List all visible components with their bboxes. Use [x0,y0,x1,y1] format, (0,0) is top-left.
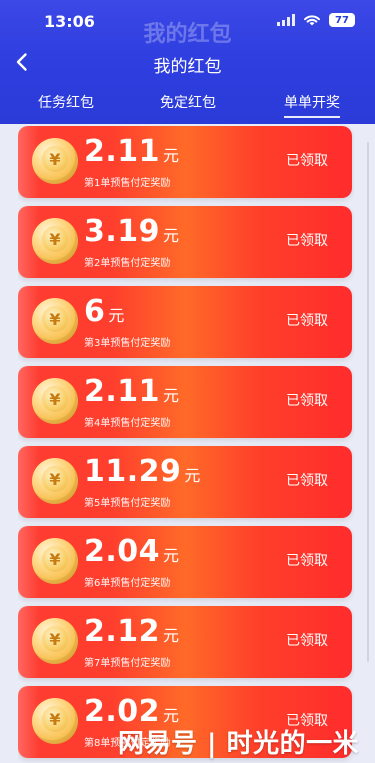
redpacket-status: 已领取 [286,633,328,649]
redpacket-card[interactable]: ¥ 6 元 第3单预售付定奖励 已领取 [18,286,352,358]
yuan-symbol-icon: ¥ [42,546,68,572]
yuan-coin-icon: ¥ [32,378,78,424]
redpacket-amount: 11.29 元 [84,454,201,489]
redpacket-status: 已领取 [286,313,328,329]
redpacket-card[interactable]: ¥ 2.12 元 第7单预售付定奖励 已领取 [18,606,352,678]
amount-value: 11.29 [84,454,182,489]
redpacket-subtitle: 第7单预售付定奖励 [84,658,171,669]
redpacket-card[interactable]: ¥ 2.11 元 第4单预售付定奖励 已领取 [18,366,352,438]
page-title: 我的红包 [153,57,222,77]
amount-value: 2.12 [84,614,161,649]
yuan-coin-icon: ¥ [32,218,78,264]
redpacket-amount: 2.11 元 [84,374,180,409]
redpacket-amount: 2.04 元 [84,534,180,569]
yuan-symbol-icon: ¥ [42,306,68,332]
coin-area: ¥ [28,136,80,188]
redpacket-status: 已领取 [286,393,328,409]
coin-area: ¥ [28,536,80,588]
scrollbar[interactable] [367,142,369,662]
coin-area: ¥ [28,616,80,668]
coin-area: ¥ [28,296,80,348]
coin-area: ¥ [28,456,80,508]
header: 13:06 77 我的红包 我的红包 任务红包 免定红包 单单开奖 [0,0,375,124]
amount-value: 2.04 [84,534,161,569]
redpacket-subtitle: 第5单预售付定奖励 [84,498,171,509]
amount-unit: 元 [184,466,201,485]
redpacket-amount: 3.19 元 [84,214,180,249]
yuan-symbol-icon: ¥ [42,466,68,492]
amount-unit: 元 [163,546,180,565]
coin-area: ¥ [28,376,80,428]
yuan-symbol-icon: ¥ [42,386,68,412]
coin-area: ¥ [28,216,80,268]
tab-order-lottery[interactable]: 单单开奖 [284,92,340,118]
yuan-coin-icon: ¥ [32,298,78,344]
redpacket-card[interactable]: ¥ 11.29 元 第5单预售付定奖励 已领取 [18,446,352,518]
yuan-symbol-icon: ¥ [42,146,68,172]
redpacket-subtitle: 第1单预售付定奖励 [84,178,171,189]
redpacket-subtitle: 第6单预售付定奖励 [84,578,171,589]
watermark: 网易号 | 时光的一米 [118,729,360,759]
yuan-coin-icon: ¥ [32,538,78,584]
redpacket-status: 已领取 [286,473,328,489]
redpacket-list: ¥ 2.11 元 第1单预售付定奖励 已领取 ¥ 3.19 元 第2单预售付定奖… [18,126,354,763]
redpacket-status: 已领取 [286,153,328,169]
yuan-coin-icon: ¥ [32,698,78,744]
yuan-symbol-icon: ¥ [42,226,68,252]
redpacket-subtitle: 第2单预售付定奖励 [84,258,171,269]
amount-unit: 元 [163,626,180,645]
tab-task-redpacket[interactable]: 任务红包 [38,92,94,112]
redpacket-amount: 2.12 元 [84,614,180,649]
redpacket-amount: 6 元 [84,294,125,329]
amount-unit: 元 [163,146,180,165]
redpacket-subtitle: 第3单预售付定奖励 [84,338,171,349]
redpacket-subtitle: 第4单预售付定奖励 [84,418,171,429]
amount-unit: 元 [163,386,180,405]
yuan-symbol-icon: ¥ [42,626,68,652]
amount-value: 2.11 [84,374,161,409]
header-ghost-title: 我的红包 [143,22,232,47]
yuan-coin-icon: ¥ [32,458,78,504]
redpacket-card[interactable]: ¥ 2.04 元 第6单预售付定奖励 已领取 [18,526,352,598]
tabs: 任务红包 免定红包 单单开奖 [0,92,375,120]
redpacket-card[interactable]: ¥ 3.19 元 第2单预售付定奖励 已领取 [18,206,352,278]
redpacket-card[interactable]: ¥ 2.11 元 第1单预售付定奖励 已领取 [18,126,352,198]
yuan-coin-icon: ¥ [32,138,78,184]
coin-area: ¥ [28,696,80,748]
amount-value: 2.11 [84,134,161,169]
amount-value: 3.19 [84,214,161,249]
amount-unit: 元 [108,306,125,325]
amount-value: 6 [84,294,106,329]
tab-free-deposit-redpacket[interactable]: 免定红包 [160,92,216,112]
yuan-coin-icon: ¥ [32,618,78,664]
redpacket-amount: 2.11 元 [84,134,180,169]
redpacket-status: 已领取 [286,233,328,249]
redpacket-status: 已领取 [286,553,328,569]
yuan-symbol-icon: ¥ [42,706,68,732]
amount-unit: 元 [163,226,180,245]
